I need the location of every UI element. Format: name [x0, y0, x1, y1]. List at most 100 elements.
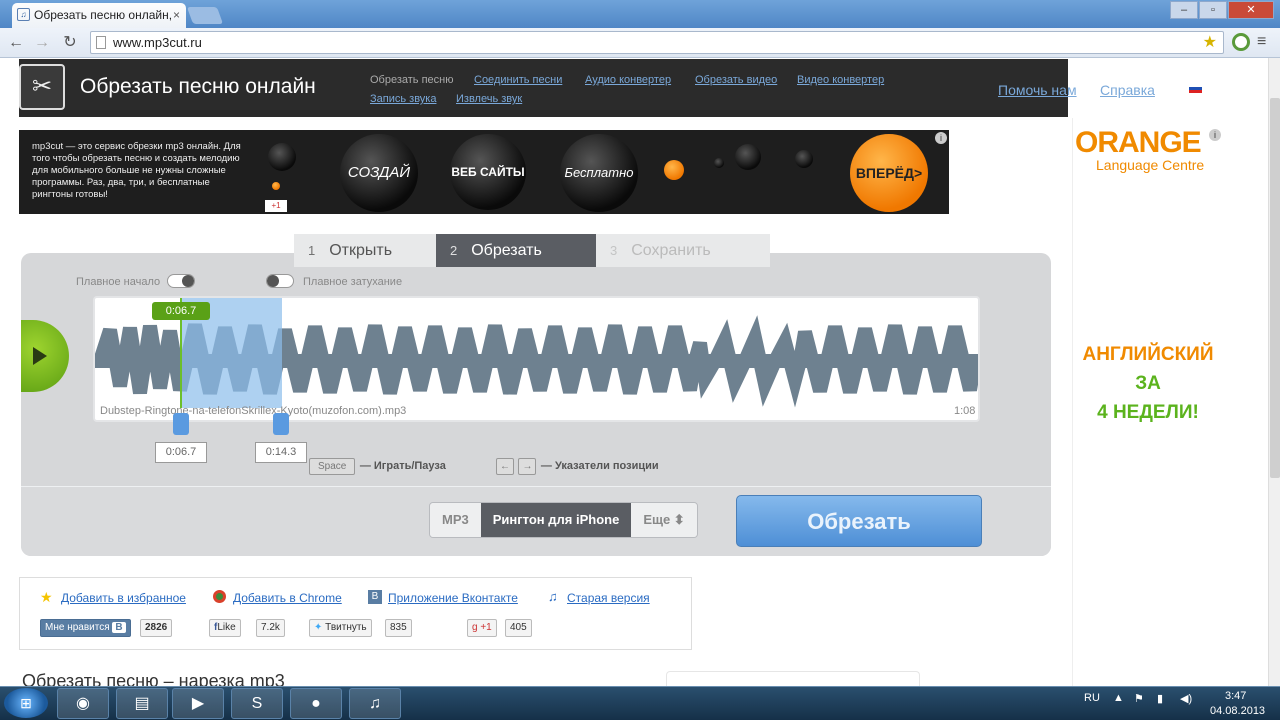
start-button-windows-icon[interactable]: ⊞ [4, 688, 48, 718]
nav-extract-sound[interactable]: Извлечь звук [456, 93, 522, 105]
right-arrow-key: → [518, 458, 537, 475]
language-label: Русский [1206, 82, 1247, 94]
network-icon[interactable]: ▮ [1157, 692, 1163, 705]
share-box [19, 577, 692, 650]
gplus-button[interactable]: g +1 [467, 619, 497, 637]
help-us-link[interactable]: Помочь нам [998, 82, 1077, 98]
clock-date[interactable]: 04.08.2013 [1210, 705, 1265, 717]
forward-arrow-icon[interactable]: → [32, 33, 52, 53]
step-save[interactable]: 3 Сохранить [596, 234, 770, 267]
slogan-line-1: АНГЛИЙСКИЙ [1082, 344, 1214, 365]
bookmark-star-icon[interactable]: ★ [1203, 32, 1217, 53]
keyboard-language[interactable]: RU [1084, 692, 1100, 704]
add-to-favorites-link[interactable]: Добавить в избранное [61, 591, 186, 605]
nav-join-songs[interactable]: Соединить песни [474, 74, 562, 86]
tray-expand-icon[interactable]: ▲ [1113, 692, 1124, 704]
content-box [666, 671, 920, 686]
fb-like-button[interactable]: fLike [209, 619, 241, 637]
step-number: 3 [610, 243, 618, 258]
vk-icon: В [368, 590, 382, 604]
browser-tab[interactable]: ♫ Обрезать песню онлайн, × [12, 3, 186, 28]
decor-ball [272, 182, 280, 190]
nav-audio-converter[interactable]: Аудио конвертер [585, 74, 671, 86]
vk-app-link[interactable]: Приложение Вконтакте [388, 591, 518, 605]
fade-in-toggle[interactable] [167, 274, 195, 288]
old-version-icon: ♫ [548, 589, 558, 604]
side-ad-info-icon[interactable]: i [1209, 129, 1221, 141]
format-more[interactable]: Еще ⬍ [631, 503, 697, 537]
banner-gplus[interactable]: +1 [265, 200, 287, 212]
taskbar-itunes-icon[interactable]: ♫ [349, 688, 401, 719]
step-number: 1 [308, 243, 316, 258]
start-handle[interactable] [173, 413, 189, 435]
side-ad-slogan: АНГЛИЙСКИЙ ЗА 4 НЕДЕЛИ! [1072, 340, 1224, 427]
back-arrow-icon[interactable]: ← [6, 33, 26, 53]
close-window-button[interactable]: ✕ [1228, 1, 1274, 19]
fade-out-toggle[interactable] [266, 274, 294, 288]
decor-ball [714, 158, 724, 168]
vertical-scrollbar[interactable] [1268, 58, 1280, 686]
taskbar-recorder-icon[interactable]: ● [290, 688, 342, 719]
nav-cut-song[interactable]: Обрезать песню [370, 74, 454, 86]
minimize-button[interactable]: – [1170, 1, 1198, 19]
step-label: Обрезать [471, 242, 542, 259]
language-selector[interactable]: Русский [1189, 82, 1247, 94]
slogan-line-2: ЗА [1135, 373, 1161, 394]
tweet-label: Твитнуть [325, 622, 367, 633]
ad-ball-websites: ВЕБ САЙТЫ [450, 134, 526, 210]
menu-wrench-icon[interactable]: ≡ [1257, 33, 1266, 51]
nav-video-converter[interactable]: Видео конвертер [797, 74, 884, 86]
tab-title: Обрезать песню онлайн, [34, 8, 173, 22]
decor-ball [664, 160, 684, 180]
decor-ball [795, 150, 813, 168]
star-icon: ★ [40, 589, 53, 605]
format-mp3[interactable]: MP3 [430, 503, 481, 537]
ad-ball-free: Бесплатно [560, 134, 638, 212]
ad-info-icon[interactable]: i [935, 132, 947, 144]
play-pause-hint: Space — Играть/Пауза [309, 456, 446, 475]
tab-close-icon[interactable]: × [173, 3, 180, 27]
slogan-line-3: 4 НЕДЕЛИ! [1097, 402, 1199, 423]
tray-flag-icon[interactable]: ⚑ [1134, 692, 1144, 705]
tweet-button[interactable]: ✦ Твитнуть [309, 619, 372, 637]
reload-icon[interactable]: ↻ [60, 33, 80, 53]
side-ad-subtitle: Language Centre [1096, 157, 1205, 173]
play-pause-text: — Играть/Пауза [359, 460, 446, 472]
end-time-input[interactable]: 0:14.3 [255, 442, 307, 463]
left-arrow-key: ← [496, 458, 514, 475]
nav-record-sound[interactable]: Запись звука [370, 93, 436, 105]
add-to-chrome-link[interactable]: Добавить в Chrome [233, 591, 342, 605]
extension-icon[interactable] [1232, 33, 1250, 51]
step-cut[interactable]: 2 Обрезать [436, 234, 596, 267]
taskbar-skype-icon[interactable]: S [231, 688, 283, 719]
address-bar[interactable]: www.mp3cut.ru ★ [90, 31, 1224, 54]
cut-button[interactable]: Обрезать [736, 495, 982, 547]
fb-like-count: 7.2k [256, 619, 285, 637]
old-version-link[interactable]: Старая версия [567, 591, 650, 605]
taskbar-media-player-icon[interactable]: ▶ [172, 688, 224, 719]
maximize-button[interactable]: ▫ [1199, 1, 1227, 19]
format-iphone-ringtone[interactable]: Рингтон для iPhone [480, 503, 632, 537]
scrollbar-thumb[interactable] [1270, 98, 1280, 478]
fade-out-label: Плавное затухание [303, 276, 403, 288]
ad-cta-button[interactable]: ВПЕРЁД> [850, 134, 928, 212]
taskbar-chrome-icon[interactable]: ◉ [57, 688, 109, 719]
volume-icon[interactable]: ◀) [1180, 692, 1192, 705]
end-handle[interactable] [273, 413, 289, 435]
gplus-count: 405 [505, 619, 532, 637]
new-tab-button[interactable] [186, 7, 224, 24]
taskbar-explorer-folder-icon[interactable]: ▤ [116, 688, 168, 719]
step-open[interactable]: 1 Открыть [294, 234, 436, 267]
vk-like-button[interactable]: Мне нравится В [40, 619, 131, 637]
tweet-count: 835 [385, 619, 412, 637]
clock-time[interactable]: 3:47 [1225, 690, 1246, 702]
vk-like-label: Мне нравится [45, 622, 110, 633]
nav-cut-video[interactable]: Обрезать видео [695, 74, 777, 86]
mp3cut-logo-icon[interactable]: ✂ [19, 64, 65, 110]
site-title: Обрезать песню онлайн [80, 75, 316, 98]
side-ad-brand: ORANGE [1075, 126, 1202, 159]
help-link[interactable]: Справка [1100, 82, 1155, 98]
chrome-icon [213, 590, 226, 603]
vk-like-count: 2826 [140, 619, 173, 637]
start-time-input[interactable]: 0:06.7 [155, 442, 207, 463]
